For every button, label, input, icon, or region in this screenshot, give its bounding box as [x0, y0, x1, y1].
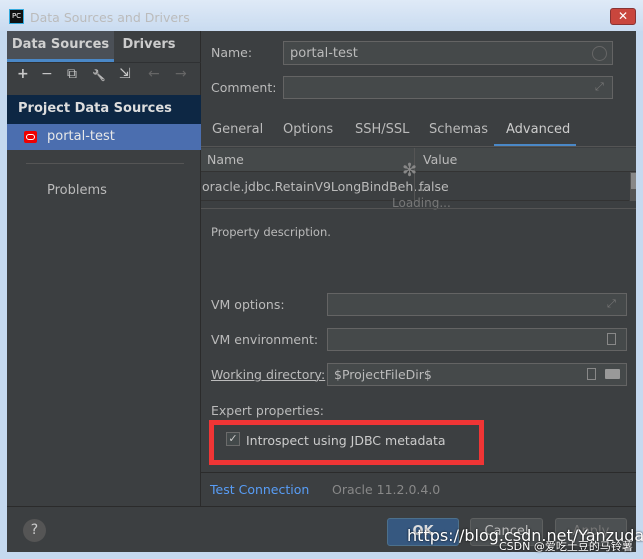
driver-version: Oracle 11.2.0.4.0 — [332, 482, 441, 497]
color-circle-icon[interactable] — [592, 46, 607, 61]
oracle-icon — [24, 131, 37, 143]
watermark-author: CSDN @爱吃土豆的马铃薯 — [499, 540, 633, 553]
help-button[interactable]: ? — [23, 519, 46, 542]
tab-ssh-ssl[interactable]: SSH/SSL — [355, 122, 409, 137]
document-icon[interactable] — [607, 333, 616, 345]
tab-schemas[interactable]: Schemas — [429, 122, 488, 137]
name-label: Name: — [211, 45, 253, 60]
test-connection-link[interactable]: Test Connection — [210, 482, 309, 497]
expert-properties-label: Expert properties: — [211, 403, 324, 418]
highlight-box — [209, 420, 484, 465]
property-description: Property description. — [211, 225, 331, 239]
column-name[interactable]: Name — [207, 152, 244, 167]
tab-advanced[interactable]: Advanced — [506, 122, 570, 137]
vm-environment-input[interactable] — [327, 328, 627, 351]
forward-icon[interactable]: → — [175, 66, 187, 82]
back-icon[interactable]: ← — [148, 66, 160, 82]
spinner-icon: ✻ — [402, 160, 418, 181]
tab-options[interactable]: Options — [283, 122, 333, 137]
vm-options-input[interactable] — [327, 293, 627, 316]
wrench-icon[interactable]: 🔧 — [92, 69, 106, 82]
tabs-divider — [201, 146, 636, 147]
add-icon[interactable]: + — [17, 66, 29, 82]
vm-environment-label: VM environment: — [211, 332, 319, 347]
project-data-sources-header: Project Data Sources — [7, 95, 201, 124]
folder-icon[interactable] — [605, 369, 620, 379]
vm-options-label: VM options: — [211, 297, 285, 312]
table-bottom-divider — [201, 208, 636, 209]
working-directory-label: Working directory: — [211, 367, 326, 382]
property-value[interactable]: false — [419, 179, 449, 194]
document-icon[interactable] — [587, 368, 596, 380]
expand-icon[interactable]: ⤢ — [595, 80, 604, 94]
problems-item[interactable]: Problems — [47, 183, 107, 198]
scrollbar-thumb[interactable] — [631, 173, 636, 189]
tab-data-sources[interactable]: Data Sources — [7, 31, 114, 62]
comment-input[interactable] — [283, 76, 613, 99]
working-directory-input[interactable]: $ProjectFileDir$ — [327, 363, 627, 386]
app-icon: PC — [9, 9, 24, 24]
tab-drivers[interactable]: Drivers — [114, 31, 184, 62]
name-value: portal-test — [290, 46, 358, 61]
window-title: Data Sources and Drivers — [30, 10, 190, 25]
close-button[interactable]: ✕ — [610, 8, 636, 25]
divider — [26, 163, 184, 164]
column-value[interactable]: Value — [423, 152, 457, 167]
divider — [201, 472, 636, 473]
import-icon[interactable]: ⇲ — [119, 66, 131, 82]
working-directory-value: $ProjectFileDir$ — [334, 367, 432, 382]
table-header — [201, 148, 636, 172]
property-name: oracle.jdbc.RetainV9LongBindBeh... — [202, 179, 426, 194]
name-input[interactable]: portal-test — [283, 41, 613, 65]
tab-general[interactable]: General — [212, 122, 263, 137]
comment-label: Comment: — [211, 80, 277, 95]
remove-icon[interactable]: − — [41, 66, 53, 82]
duplicate-icon[interactable]: ⧉ — [67, 66, 77, 82]
expand-icon[interactable]: ⤢ — [607, 297, 616, 311]
